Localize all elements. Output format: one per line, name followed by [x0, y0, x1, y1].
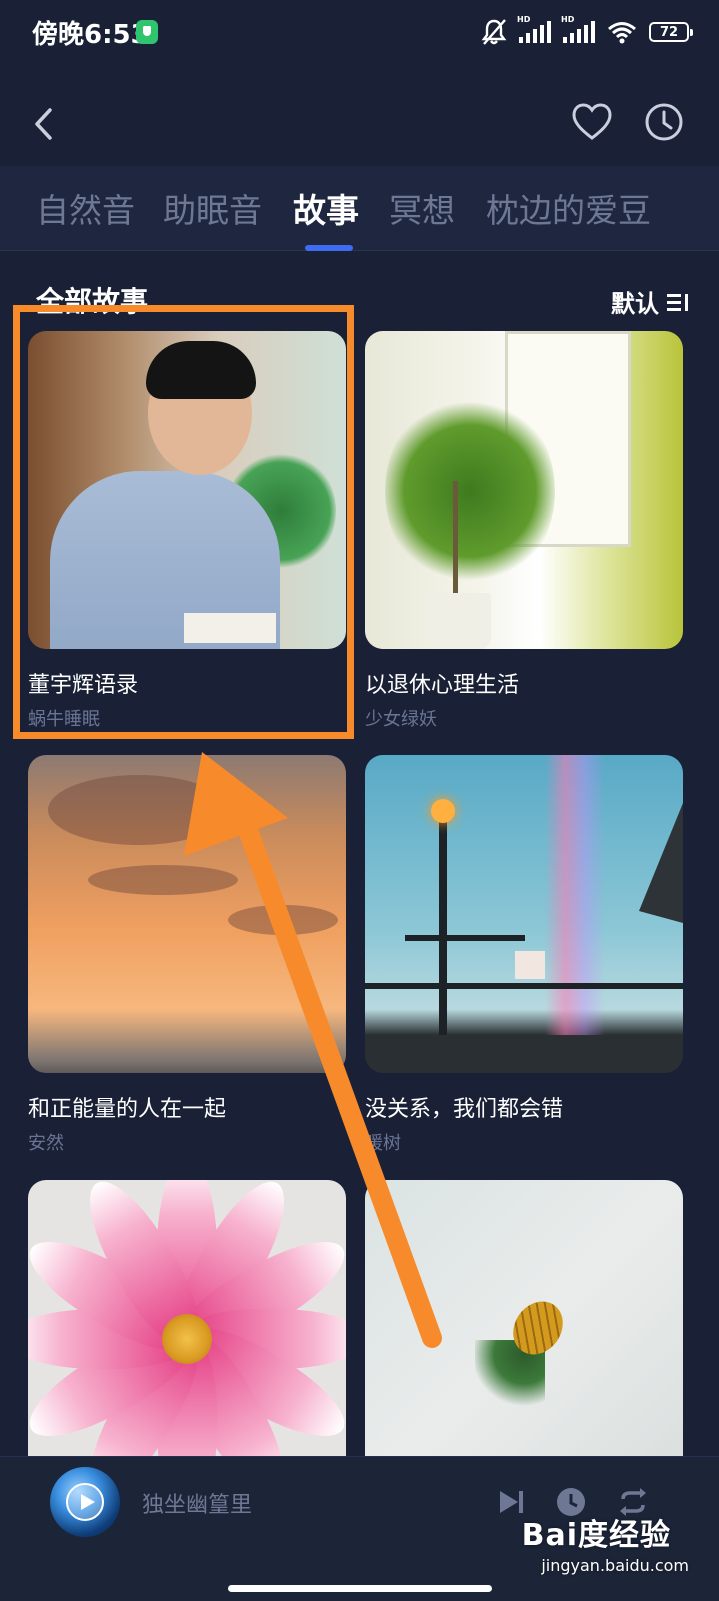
story-card[interactable]: 以退休心理生活 少女绿妖 — [365, 331, 683, 730]
clock-icon[interactable] — [642, 100, 686, 144]
story-thumbnail — [28, 1180, 346, 1498]
battery-level: 72 — [659, 24, 679, 40]
play-icon[interactable] — [66, 1483, 104, 1521]
story-card[interactable] — [365, 1180, 683, 1498]
story-thumbnail — [28, 755, 346, 1073]
status-time: 傍晚6:53 — [32, 20, 149, 50]
story-card[interactable] — [28, 1180, 346, 1498]
tab-stories[interactable]: 故事 — [293, 184, 359, 232]
story-thumbnail — [365, 755, 683, 1073]
signal-2-icon: HD — [561, 15, 595, 43]
chevron-left-icon[interactable] — [28, 104, 58, 144]
wifi-icon — [608, 22, 636, 44]
heart-icon[interactable] — [570, 100, 614, 144]
sort-button[interactable]: 默认 — [611, 284, 689, 319]
album-disc[interactable] — [50, 1467, 120, 1537]
story-author: 安然 — [28, 1133, 64, 1154]
tab-pillow-idol[interactable]: 枕边的爱豆 — [486, 184, 651, 232]
signal-1-hd-label: HD — [517, 15, 531, 24]
story-author: 少女绿妖 — [365, 709, 437, 730]
status-icons: HD HD 72 — [481, 15, 693, 48]
bell-muted-icon — [481, 19, 507, 45]
story-card[interactable]: 没关系，我们都会错 暖树 — [365, 755, 683, 1154]
story-thumbnail — [365, 1180, 683, 1498]
category-tabs: 自然音 助眠音 故事 冥想 枕边的爱豆 — [0, 166, 719, 251]
tab-nature-sounds[interactable]: 自然音 — [36, 184, 135, 232]
signal-2-hd-label: HD — [561, 15, 575, 24]
story-title: 以退休心理生活 — [365, 673, 520, 698]
signal-1-icon: HD — [517, 15, 551, 43]
active-tab-indicator — [305, 245, 353, 251]
story-thumbnail — [365, 331, 683, 649]
track-title: 独坐幽篁里 — [142, 1493, 253, 1518]
story-title: 没关系，我们都会错 — [365, 1097, 564, 1122]
battery-icon: 72 — [649, 22, 693, 42]
baidu-watermark: Bai度经验 — [521, 1518, 671, 1553]
home-indicator[interactable] — [228, 1585, 492, 1592]
story-author: 暖树 — [365, 1133, 401, 1154]
sort-label: 默认 — [611, 290, 659, 318]
tab-meditation[interactable]: 冥想 — [389, 184, 455, 232]
status-bar: 傍晚6:53 HD HD 72 — [0, 0, 719, 66]
story-card[interactable]: 和正能量的人在一起 安然 — [28, 755, 346, 1154]
baidu-watermark-url: jingyan.baidu.com — [541, 1556, 689, 1575]
security-shield-icon — [136, 20, 158, 44]
sort-icon — [667, 292, 689, 312]
annotation-highlight-box — [13, 305, 354, 739]
tab-sleep-sounds[interactable]: 助眠音 — [163, 184, 262, 232]
top-bar — [0, 66, 719, 166]
story-title: 和正能量的人在一起 — [28, 1097, 227, 1122]
